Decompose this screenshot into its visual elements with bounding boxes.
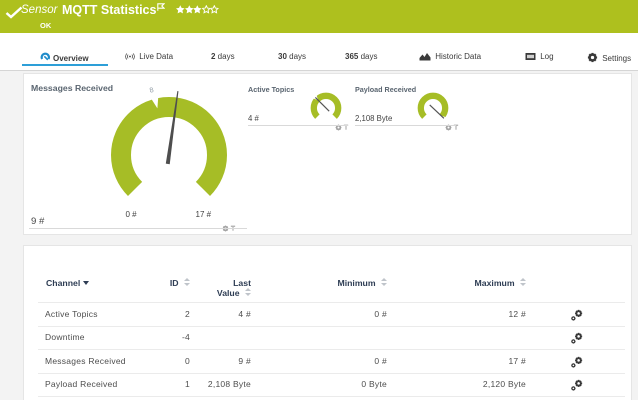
svg-text:8: 8 [149, 87, 155, 95]
